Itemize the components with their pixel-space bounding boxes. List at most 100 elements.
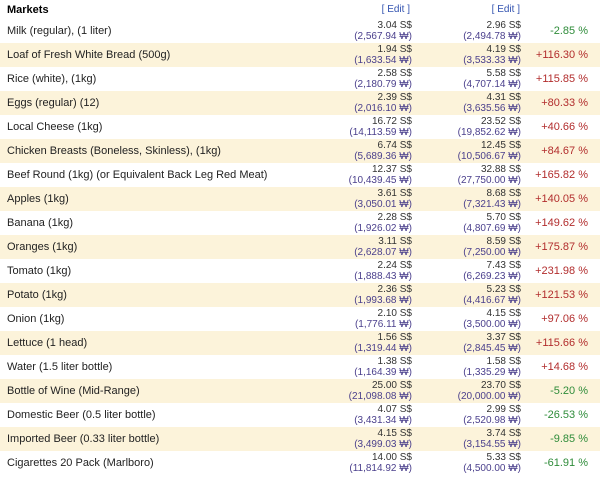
price-city2-krw: (3,154.55 ₩) <box>463 439 521 450</box>
item-name: Bottle of Wine (Mid-Range) <box>7 385 140 397</box>
item-name: Cigarettes 20 Pack (Marlboro) <box>7 457 154 469</box>
price-city1-krw: (3,431.34 ₩) <box>354 415 412 426</box>
price-city1-krw: (1,319.44 ₩) <box>354 343 412 354</box>
price-city1: 4.07 S$ (3,431.34 ₩) <box>302 404 412 426</box>
price-city2: 8.68 S$ (7,321.43 ₩) <box>411 188 521 210</box>
price-city1-sgd: 25.00 S$ <box>371 380 412 391</box>
price-city2-krw: (19,852.62 ₩) <box>457 127 521 138</box>
item-name: Chicken Breasts (Boneless, Skinless), (1… <box>7 145 221 157</box>
price-city2-krw: (4,807.69 ₩) <box>463 223 521 234</box>
price-city1: 2.39 S$ (2,016.10 ₩) <box>302 92 412 114</box>
price-city1: 6.74 S$ (5,689.36 ₩) <box>302 140 412 162</box>
price-city2: 12.45 S$ (10,506.67 ₩) <box>411 140 521 162</box>
price-city2: 1.58 S$ (1,335.29 ₩) <box>411 356 521 378</box>
item-name: Tomato (1kg) <box>7 265 72 277</box>
price-difference: +175.87 % <box>535 241 588 253</box>
price-city2-krw: (1,335.29 ₩) <box>463 367 521 378</box>
price-city1-sgd: 1.94 S$ <box>377 44 412 55</box>
price-city2-krw: (4,416.67 ₩) <box>463 295 521 306</box>
price-city2-sgd: 7.43 S$ <box>486 260 521 271</box>
price-city1-sgd: 1.38 S$ <box>377 356 412 367</box>
price-city2-krw: (4,707.14 ₩) <box>463 79 521 90</box>
price-city2-sgd: 3.74 S$ <box>486 428 521 439</box>
table-row: Water (1.5 liter bottle) 1.38 S$ (1,164.39… <box>0 355 600 379</box>
price-city2-krw: (3,500.00 ₩) <box>463 319 521 330</box>
item-name: Eggs (regular) (12) <box>7 97 100 109</box>
price-city2-sgd: 1.58 S$ <box>486 356 521 367</box>
price-difference: -2.85 % <box>550 25 588 37</box>
price-city2-sgd: 2.99 S$ <box>486 404 521 415</box>
edit-link-city1[interactable]: [ Edit ] <box>382 4 410 15</box>
price-difference: +165.82 % <box>535 169 588 181</box>
table-row: Imported Beer (0.33 liter bottle) 4.15 S$… <box>0 427 600 451</box>
price-city1-krw: (2,180.79 ₩) <box>354 79 412 90</box>
price-city2-krw: (6,269.23 ₩) <box>463 271 521 282</box>
price-difference: +121.53 % <box>535 289 588 301</box>
table-row: Cigarettes 20 Pack (Marlboro) 14.00 S$ (11… <box>0 451 600 475</box>
price-city1-sgd: 6.74 S$ <box>377 140 412 151</box>
price-city1-krw: (3,050.01 ₩) <box>354 199 412 210</box>
price-city1-krw: (1,776.11 ₩) <box>354 319 412 330</box>
table-row: Bottle of Wine (Mid-Range) 25.00 S$ (21,09… <box>0 379 600 403</box>
item-name: Rice (white), (1kg) <box>7 73 97 85</box>
price-city2-sgd: 4.19 S$ <box>486 44 521 55</box>
price-city2: 7.43 S$ (6,269.23 ₩) <box>411 260 521 282</box>
price-city1-krw: (11,814.92 ₩) <box>349 463 412 474</box>
price-city1: 1.56 S$ (1,319.44 ₩) <box>302 332 412 354</box>
price-difference: +140.05 % <box>535 193 588 205</box>
price-city1: 2.36 S$ (1,993.68 ₩) <box>302 284 412 306</box>
item-name: Lettuce (1 head) <box>7 337 88 349</box>
table-row: Domestic Beer (0.5 liter bottle) 4.07 S$(… <box>0 403 600 427</box>
price-difference: -61.91 % <box>543 457 588 469</box>
price-city1-krw: (21,098.08 ₩) <box>348 391 412 402</box>
price-difference: +14.68 % <box>541 361 588 373</box>
table-row: Eggs (regular) (12) 2.39 S$ (2,016.10 ₩) 4.… <box>0 91 600 115</box>
price-city1: 14.00 S$ (11,814.92 ₩) <box>302 452 412 474</box>
price-city2-krw: (3,635.56 ₩) <box>463 103 521 114</box>
price-city2: 23.70 S$ (20,000.00 ₩) <box>411 380 521 402</box>
price-city1: 2.58 S$ (2,180.79 ₩) <box>302 68 412 90</box>
price-city2: 5.58 S$ (4,707.14 ₩) <box>411 68 521 90</box>
price-city1-krw: (2,628.07 ₩) <box>354 247 412 258</box>
price-city1: 16.72 S$ (14,113.59 ₩) <box>302 116 412 138</box>
item-name: Local Cheese (1kg) <box>7 121 103 133</box>
price-city2: 8.59 S$ (7,250.00 ₩) <box>411 236 521 258</box>
price-city1-sgd: 12.37 S$ <box>371 164 412 175</box>
price-city1-krw: (2,016.10 ₩) <box>354 103 412 114</box>
price-city1-krw: (3,499.03 ₩) <box>354 439 412 450</box>
price-city1-sgd: 3.04 S$ <box>377 20 412 31</box>
price-city2-krw: (10,506.67 ₩) <box>457 151 521 162</box>
price-city2-sgd: 23.70 S$ <box>480 380 521 391</box>
price-difference: +80.33 % <box>541 97 588 109</box>
price-city1: 25.00 S$ (21,098.08 ₩) <box>302 380 412 402</box>
table-row: Local Cheese (1kg) 16.72 S$ (14,113.59 ₩) 2… <box>0 115 600 139</box>
price-difference: +115.66 % <box>535 337 588 349</box>
price-city2-krw: (2,494.78 ₩) <box>463 31 521 42</box>
price-city1-sgd: 2.36 S$ <box>377 284 412 295</box>
edit-link-city2[interactable]: [ Edit ] <box>492 4 520 15</box>
price-city2-sgd: 4.15 S$ <box>486 308 521 319</box>
table-row: Lettuce (1 head) 1.56 S$ (1,319.44 ₩) 3.37 … <box>0 331 600 355</box>
table-row: Chicken Breasts (Boneless, Skinless), (1… <box>0 139 600 163</box>
price-city2: 4.15 S$ (3,500.00 ₩) <box>411 308 521 330</box>
price-city2-sgd: 2.96 S$ <box>486 20 521 31</box>
price-city1: 3.61 S$ (3,050.01 ₩) <box>302 188 412 210</box>
price-city2-sgd: 23.52 S$ <box>480 116 521 127</box>
price-city2-sgd: 5.33 S$ <box>486 452 521 463</box>
price-difference: +231.98 % <box>535 265 588 277</box>
price-city1-krw: (1,633.54 ₩) <box>354 55 412 66</box>
price-city1-sgd: 1.56 S$ <box>377 332 412 343</box>
price-city1-krw: (1,888.43 ₩) <box>354 271 412 282</box>
price-city2-sgd: 12.45 S$ <box>480 140 521 151</box>
section-title: Markets <box>7 4 49 16</box>
price-city1: 3.11 S$ (2,628.07 ₩) <box>302 236 412 258</box>
item-name: Water (1.5 liter bottle) <box>7 361 113 373</box>
price-difference: +40.66 % <box>541 121 588 133</box>
markets-header: Markets [ Edit ] [ Edit ] <box>0 0 600 19</box>
price-city2: 4.19 S$ (3,533.33 ₩) <box>411 44 521 66</box>
price-city1-sgd: 14.00 S$ <box>371 452 412 463</box>
price-city2: 2.96 S$ (2,494.78 ₩) <box>411 20 521 42</box>
price-city2: 5.23 S$ (4,416.67 ₩) <box>411 284 521 306</box>
item-name: Oranges (1kg) <box>7 241 78 253</box>
price-city1-krw: (5,689.36 ₩) <box>354 151 412 162</box>
